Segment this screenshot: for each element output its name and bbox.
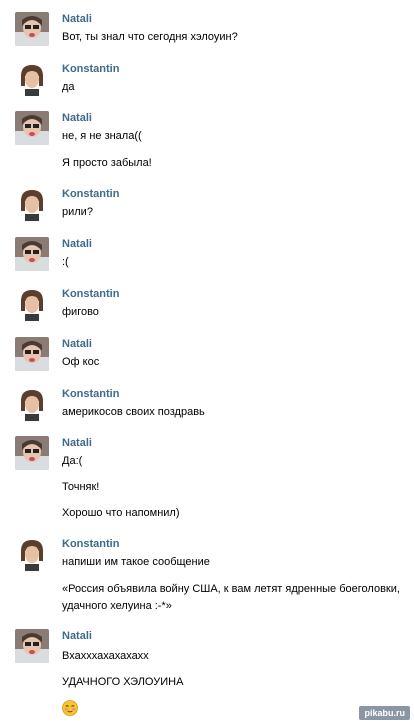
author-name[interactable]: Natali bbox=[62, 111, 92, 125]
konstantin-avatar[interactable] bbox=[15, 62, 49, 96]
message-text: Да:( bbox=[62, 455, 83, 467]
message-text: да bbox=[62, 81, 75, 93]
natali-avatar[interactable] bbox=[15, 436, 49, 470]
message-text: фигово bbox=[62, 306, 99, 318]
konstantin-avatar[interactable] bbox=[15, 387, 49, 421]
message-text: :( bbox=[62, 256, 69, 268]
konstantin-avatar[interactable] bbox=[15, 537, 49, 571]
konstantin-avatar[interactable] bbox=[15, 287, 49, 321]
konstantin-avatar-icon bbox=[15, 387, 49, 421]
author-name[interactable]: Konstantin bbox=[62, 287, 119, 301]
konstantin-avatar-icon bbox=[15, 287, 49, 321]
natali-avatar-icon bbox=[15, 629, 49, 663]
author-name[interactable]: Natali bbox=[62, 12, 92, 26]
message-text: Точняк! bbox=[62, 481, 100, 493]
author-name[interactable]: Natali bbox=[62, 436, 92, 450]
natali-avatar-icon bbox=[15, 12, 49, 46]
author-name[interactable]: Konstantin bbox=[62, 537, 119, 551]
natali-avatar-icon bbox=[15, 111, 49, 145]
message-text: УДАЧНОГО ХЭЛОУИНА bbox=[62, 676, 184, 688]
blushing-smiley-icon bbox=[62, 700, 78, 716]
message-text: Вхахххахахахахх bbox=[62, 650, 149, 662]
natali-avatar[interactable] bbox=[15, 629, 49, 663]
author-name[interactable]: Konstantin bbox=[62, 187, 119, 201]
natali-avatar[interactable] bbox=[15, 111, 49, 145]
natali-avatar[interactable] bbox=[15, 12, 49, 46]
natali-avatar[interactable] bbox=[15, 337, 49, 371]
message-text: америкосов своих поздравь bbox=[62, 406, 205, 418]
author-name[interactable]: Konstantin bbox=[62, 62, 119, 76]
message-text: напиши им такое сообщение bbox=[62, 556, 210, 568]
message-text: не, я не знала(( bbox=[62, 130, 142, 142]
author-name[interactable]: Natali bbox=[62, 237, 92, 251]
natali-avatar-icon bbox=[15, 337, 49, 371]
message-text: Оф кос bbox=[62, 356, 100, 368]
konstantin-avatar-icon bbox=[15, 187, 49, 221]
message-text: «Россия объявила войну США, к вам летят … bbox=[62, 583, 400, 595]
author-name[interactable]: Natali bbox=[62, 629, 92, 643]
natali-avatar-icon bbox=[15, 237, 49, 271]
author-name[interactable]: Konstantin bbox=[62, 387, 119, 401]
message-text: удачного хелуина :-*» bbox=[62, 600, 172, 612]
watermark-badge[interactable]: pikabu.ru bbox=[359, 706, 410, 720]
message-text: Хорошо что напомнил) bbox=[62, 507, 180, 519]
konstantin-avatar-icon bbox=[15, 62, 49, 96]
message-text: Вот, ты знал что сегодня хэлоуин? bbox=[62, 31, 238, 43]
message-text: Я просто забыла! bbox=[62, 157, 152, 169]
natali-avatar[interactable] bbox=[15, 237, 49, 271]
konstantin-avatar-icon bbox=[15, 537, 49, 571]
message-text: рили? bbox=[62, 206, 93, 218]
natali-avatar-icon bbox=[15, 436, 49, 470]
author-name[interactable]: Natali bbox=[62, 337, 92, 351]
konstantin-avatar[interactable] bbox=[15, 187, 49, 221]
